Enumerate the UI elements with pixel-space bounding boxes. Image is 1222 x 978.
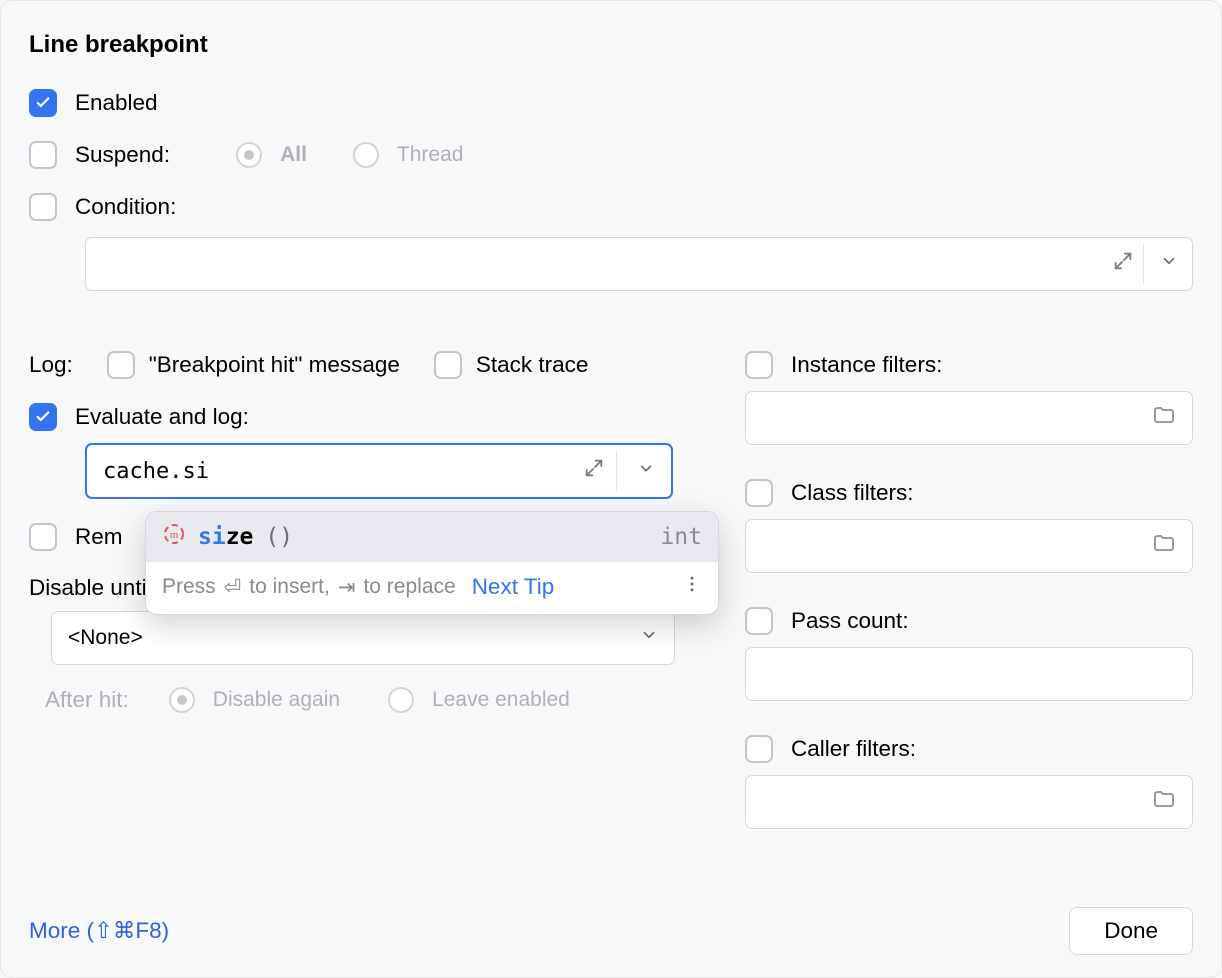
log-row: Log: "Breakpoint hit" message Stack trac…: [29, 351, 729, 379]
done-button[interactable]: Done: [1069, 907, 1193, 955]
log-bphit-checkbox[interactable]: [107, 351, 135, 379]
suggestion-parens: (): [265, 524, 293, 550]
after-hit-disable-radio[interactable]: [169, 687, 195, 713]
eval-label: Evaluate and log:: [75, 404, 249, 430]
right-column: Instance filters: Class filters: Pass co…: [745, 351, 1193, 863]
log-bphit-label: "Breakpoint hit" message: [149, 352, 400, 378]
expand-icon[interactable]: [1112, 250, 1134, 278]
suspend-all-radio[interactable]: [236, 142, 262, 168]
after-hit-disable-label: Disable again: [213, 688, 340, 712]
caller-filters-row: Caller filters:: [745, 735, 1193, 763]
tab-key-icon: ⇥: [338, 575, 356, 600]
suspend-checkbox[interactable]: [29, 141, 57, 169]
eval-checkbox[interactable]: [29, 403, 57, 431]
class-filters-input[interactable]: [745, 519, 1193, 573]
breakpoint-panel: Line breakpoint Enabled Suspend: All Thr…: [0, 0, 1222, 978]
suggestion-return-type: int: [660, 524, 702, 550]
after-hit-label: After hit:: [45, 687, 129, 713]
chevron-down-icon[interactable]: [637, 459, 655, 484]
instance-filters-checkbox[interactable]: [745, 351, 773, 379]
check-icon: [34, 408, 52, 426]
after-hit-leave-radio[interactable]: [388, 687, 414, 713]
suggestion-match: si: [198, 524, 226, 550]
instance-filters-input[interactable]: [745, 391, 1193, 445]
kebab-icon[interactable]: [682, 574, 702, 600]
next-tip-link[interactable]: Next Tip: [472, 574, 555, 600]
folder-icon[interactable]: [1152, 403, 1176, 433]
folder-icon[interactable]: [1152, 531, 1176, 561]
instance-filters-row: Instance filters:: [745, 351, 1193, 379]
footer: More (⇧⌘F8) Done: [29, 907, 1193, 955]
folder-icon[interactable]: [1152, 787, 1176, 817]
class-filters-row: Class filters:: [745, 479, 1193, 507]
autocomplete-item-size[interactable]: m size () int: [146, 512, 718, 562]
remove-checkbox[interactable]: [29, 523, 57, 551]
suspend-thread-radio[interactable]: [353, 142, 379, 168]
enabled-checkbox[interactable]: [29, 89, 57, 117]
hint-prefix: Press: [162, 575, 216, 599]
chevron-down-icon[interactable]: [1160, 252, 1178, 276]
condition-checkbox[interactable]: [29, 193, 57, 221]
log-stack-label: Stack trace: [476, 352, 589, 378]
condition-label: Condition:: [75, 194, 176, 220]
after-hit-leave-label: Leave enabled: [432, 688, 570, 712]
method-icon: m: [162, 522, 186, 552]
class-filters-checkbox[interactable]: [745, 479, 773, 507]
svg-text:m: m: [170, 529, 179, 541]
suspend-row: Suspend: All Thread: [29, 141, 1193, 169]
autocomplete-popup: m size () int Press ⏎ to insert, ⇥ to rep…: [145, 511, 719, 615]
more-link[interactable]: More (⇧⌘F8): [29, 918, 169, 944]
expand-icon[interactable]: [583, 457, 605, 485]
eval-value: cache.si: [103, 459, 209, 484]
condition-row: Condition:: [29, 193, 1193, 221]
suggestion-rest: ze: [226, 524, 254, 550]
condition-input[interactable]: [85, 237, 1193, 291]
class-filters-label: Class filters:: [791, 480, 914, 506]
check-icon: [34, 94, 52, 112]
hint-end: to replace: [363, 575, 455, 599]
after-hit-row: After hit: Disable again Leave enabled: [45, 687, 729, 713]
caller-filters-label: Caller filters:: [791, 736, 916, 762]
log-stack-checkbox[interactable]: [434, 351, 462, 379]
eval-row: Evaluate and log:: [29, 403, 729, 431]
enabled-label: Enabled: [75, 90, 158, 116]
pass-count-row: Pass count:: [745, 607, 1193, 635]
chevron-down-icon: [640, 626, 658, 650]
caller-filters-input[interactable]: [745, 775, 1193, 829]
enabled-row: Enabled: [29, 89, 1193, 117]
panel-title: Line breakpoint: [29, 31, 1193, 59]
pass-count-input[interactable]: [745, 647, 1193, 701]
remove-label: Rem: [75, 524, 123, 550]
suspend-label: Suspend:: [75, 142, 170, 168]
eval-input[interactable]: cache.si: [85, 443, 673, 499]
caller-filters-checkbox[interactable]: [745, 735, 773, 763]
autocomplete-footer: Press ⏎ to insert, ⇥ to replace Next Tip: [146, 562, 718, 614]
suspend-thread-label: Thread: [397, 143, 464, 167]
instance-filters-label: Instance filters:: [791, 352, 942, 378]
hint-mid: to insert,: [249, 575, 330, 599]
disable-until-value: <None>: [68, 626, 143, 650]
enter-key-icon: ⏎: [224, 575, 242, 600]
log-label: Log:: [29, 352, 73, 378]
disable-until-select[interactable]: <None>: [51, 611, 675, 665]
suspend-all-label: All: [280, 143, 307, 167]
pass-count-label: Pass count:: [791, 608, 909, 634]
pass-count-checkbox[interactable]: [745, 607, 773, 635]
